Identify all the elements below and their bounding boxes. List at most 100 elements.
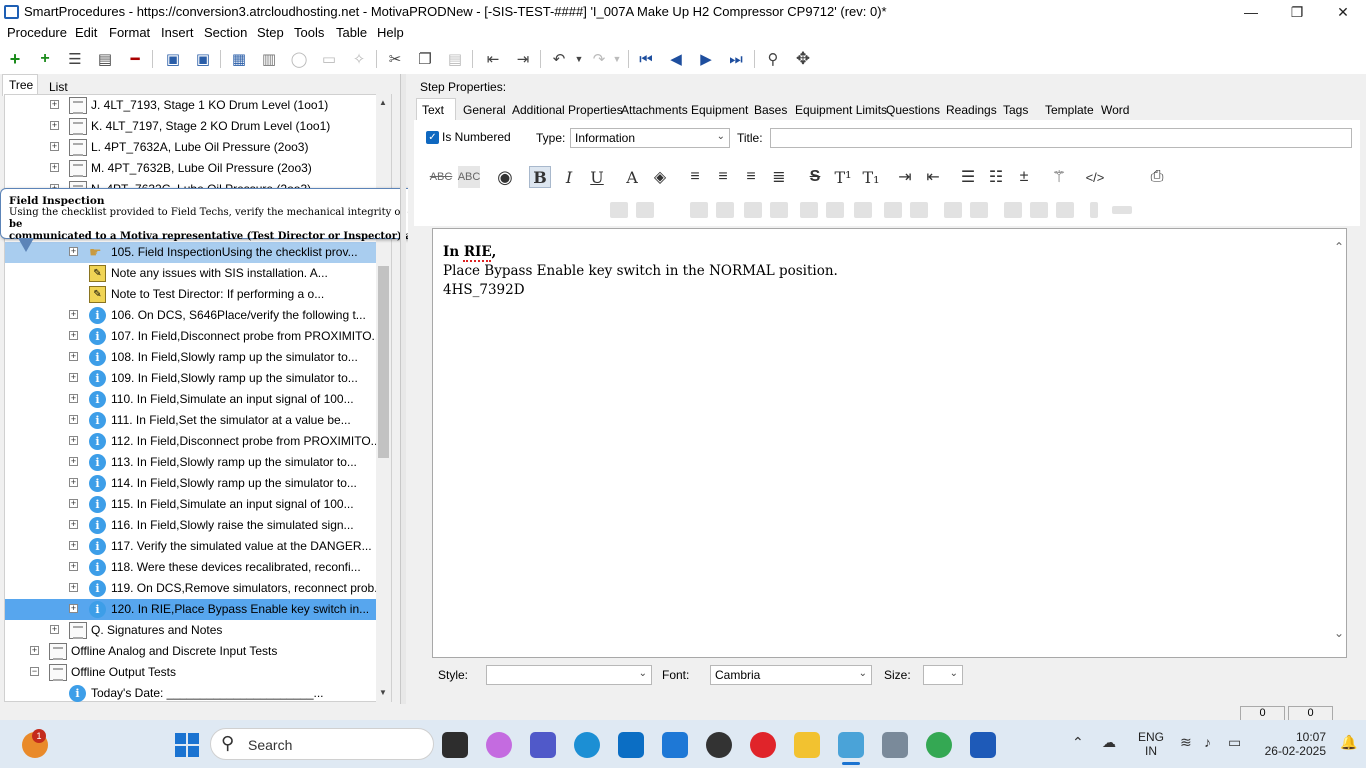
expand-icon[interactable]: + <box>69 541 78 550</box>
menu-step[interactable]: Step <box>257 25 284 40</box>
resize-icon[interactable] <box>1112 206 1132 214</box>
tree-row[interactable]: + L. 4PT_7632A, Lube Oil Pressure (2oo3) <box>5 137 377 158</box>
save-icon[interactable]: ▣ <box>192 48 214 70</box>
tab-equipment-limits[interactable]: Equipment Limits <box>795 103 887 117</box>
close-button[interactable]: ✕ <box>1320 0 1366 24</box>
teams-icon[interactable] <box>530 732 556 758</box>
split-cells-icon[interactable] <box>826 202 844 218</box>
source-code-icon[interactable]: </> <box>1084 166 1106 188</box>
align-right-icon[interactable]: ≡ <box>740 166 762 188</box>
word-icon[interactable] <box>970 732 996 758</box>
spellcheck-icon[interactable]: ABC <box>430 166 453 188</box>
notifications-icon[interactable]: 🔔 <box>1340 734 1357 751</box>
file-explorer-icon[interactable] <box>794 732 820 758</box>
tree-row-step[interactable]: + i 107. In Field,Disconnect probe from PR… <box>5 326 382 347</box>
export-icon[interactable]: ▦ <box>228 48 250 70</box>
tab-list[interactable]: List <box>49 80 68 94</box>
tab-attachments[interactable]: Attachments <box>621 103 688 117</box>
expand-icon[interactable]: + <box>69 457 78 466</box>
indent-icon[interactable]: ⇥ <box>512 48 534 70</box>
cell-props-icon[interactable] <box>854 202 872 218</box>
expand-icon[interactable]: + <box>69 352 78 361</box>
insert-line-icon[interactable]: ± <box>1013 166 1035 188</box>
collapse-icon[interactable]: − <box>30 667 39 676</box>
table-edit-icon[interactable] <box>636 202 654 218</box>
menu-help[interactable]: Help <box>377 25 404 40</box>
expand-icon[interactable]: + <box>69 436 78 445</box>
next-icon[interactable]: ▶ <box>695 48 717 70</box>
menu-table[interactable]: Table <box>336 25 367 40</box>
tab-bases[interactable]: Bases <box>754 103 787 117</box>
magic-wand-icon[interactable]: ⚚ <box>1048 166 1070 188</box>
tree-row[interactable]: + K. 4LT_7197, Stage 2 KO Drum Level (1o… <box>5 116 377 137</box>
last-icon[interactable]: ⏭ <box>725 48 747 70</box>
border-icon[interactable] <box>884 202 902 218</box>
tab-readings[interactable]: Readings <box>946 103 997 117</box>
remote-app-icon[interactable] <box>882 732 908 758</box>
delete-column-icon[interactable] <box>744 202 762 218</box>
tab-tags[interactable]: Tags <box>1003 103 1028 117</box>
menu-format[interactable]: Format <box>109 25 150 40</box>
superscript-icon[interactable]: T¹ <box>832 166 854 188</box>
autospell-icon[interactable]: ABC <box>458 166 480 188</box>
bullet-list-icon[interactable]: ☰ <box>957 166 979 188</box>
previous-icon[interactable]: ◀ <box>665 48 687 70</box>
fill-color-icon[interactable]: ◈ <box>649 166 671 188</box>
tree-row-step-105[interactable]: + ☛ 105. Field InspectionUsing the check… <box>5 242 377 263</box>
table-icon[interactable] <box>610 202 628 218</box>
undo-dropdown-icon[interactable]: ▼ <box>568 48 590 70</box>
add-substep-icon[interactable]: + <box>34 48 56 70</box>
expand-icon[interactable]: + <box>69 583 78 592</box>
tab-template[interactable]: Template <box>1045 103 1094 117</box>
menu-insert[interactable]: Insert <box>161 25 194 40</box>
align-top-icon[interactable] <box>1004 202 1022 218</box>
shading-icon[interactable] <box>910 202 928 218</box>
tree-row-step[interactable]: + i 116. In Field,Slowly raise the simulat… <box>5 515 377 536</box>
expand-icon[interactable]: + <box>50 142 59 151</box>
expand-icon[interactable]: + <box>69 415 78 424</box>
refresh-icon[interactable]: ◯ <box>288 48 310 70</box>
tree-row-step[interactable]: + i 111. In Field,Set the simulator at a v… <box>5 410 377 431</box>
tree-row-step[interactable]: + i 114. In Field,Slowly ramp up the simul… <box>5 473 377 494</box>
smartprocedures-icon[interactable] <box>838 732 864 758</box>
dell-icon[interactable] <box>706 732 732 758</box>
copilot-icon[interactable] <box>486 732 512 758</box>
step-text-editor[interactable]: In RIE, Place Bypass Enable key switch i… <box>432 228 1347 658</box>
tree-row-note[interactable]: ✎ Note any issues with SIS installation.… <box>5 263 377 284</box>
insert-column-icon[interactable] <box>690 202 708 218</box>
expand-icon[interactable]: + <box>69 478 78 487</box>
underline-icon[interactable]: U <box>586 166 608 188</box>
printer-icon[interactable]: ⎙ <box>1146 166 1168 188</box>
table-height-icon[interactable] <box>970 202 988 218</box>
edge-icon[interactable] <box>574 732 600 758</box>
outline-icon[interactable]: ▤ <box>94 48 116 70</box>
tree-row-step[interactable]: + i 112. In Field,Disconnect probe from PR… <box>5 431 381 452</box>
size-select[interactable]: ⌄ <box>923 665 963 685</box>
tab-text[interactable]: Text <box>422 103 444 117</box>
table-width-icon[interactable] <box>944 202 962 218</box>
justify-icon[interactable]: ≣ <box>768 166 790 188</box>
delete-row-icon[interactable] <box>770 202 788 218</box>
find-icon[interactable]: ⚲ <box>762 48 784 70</box>
expand-icon[interactable]: + <box>69 520 78 529</box>
expand-icon[interactable]: + <box>69 499 78 508</box>
list-icon[interactable]: ☰ <box>64 48 86 70</box>
search-box[interactable]: ⚲ Search <box>210 728 434 760</box>
tree-row[interactable]: + J. 4LT_7193, Stage 1 KO Drum Level (1o… <box>5 95 377 116</box>
expand-icon[interactable]: + <box>50 625 59 634</box>
scroll-up-icon[interactable]: ▲ <box>379 98 387 107</box>
insert-row-icon[interactable] <box>716 202 734 218</box>
indent-increase-icon[interactable]: ⇥ <box>894 166 916 188</box>
tab-additional-properties[interactable]: Additional Properties <box>512 103 623 117</box>
font-color-icon[interactable]: A <box>621 166 643 188</box>
subscript-icon[interactable]: T₁ <box>860 166 882 188</box>
expand-icon[interactable]: + <box>50 100 59 109</box>
italic-icon[interactable]: I <box>558 166 580 188</box>
chevron-up-icon[interactable]: ⌃ <box>1072 734 1084 751</box>
font-select[interactable]: Cambria ⌄ <box>710 665 872 685</box>
menu-edit[interactable]: Edit <box>75 25 97 40</box>
windows-start-icon[interactable] <box>175 733 199 757</box>
store-icon[interactable] <box>618 732 644 758</box>
align-left-icon[interactable]: ≡ <box>684 166 706 188</box>
app-icon[interactable] <box>662 732 688 758</box>
